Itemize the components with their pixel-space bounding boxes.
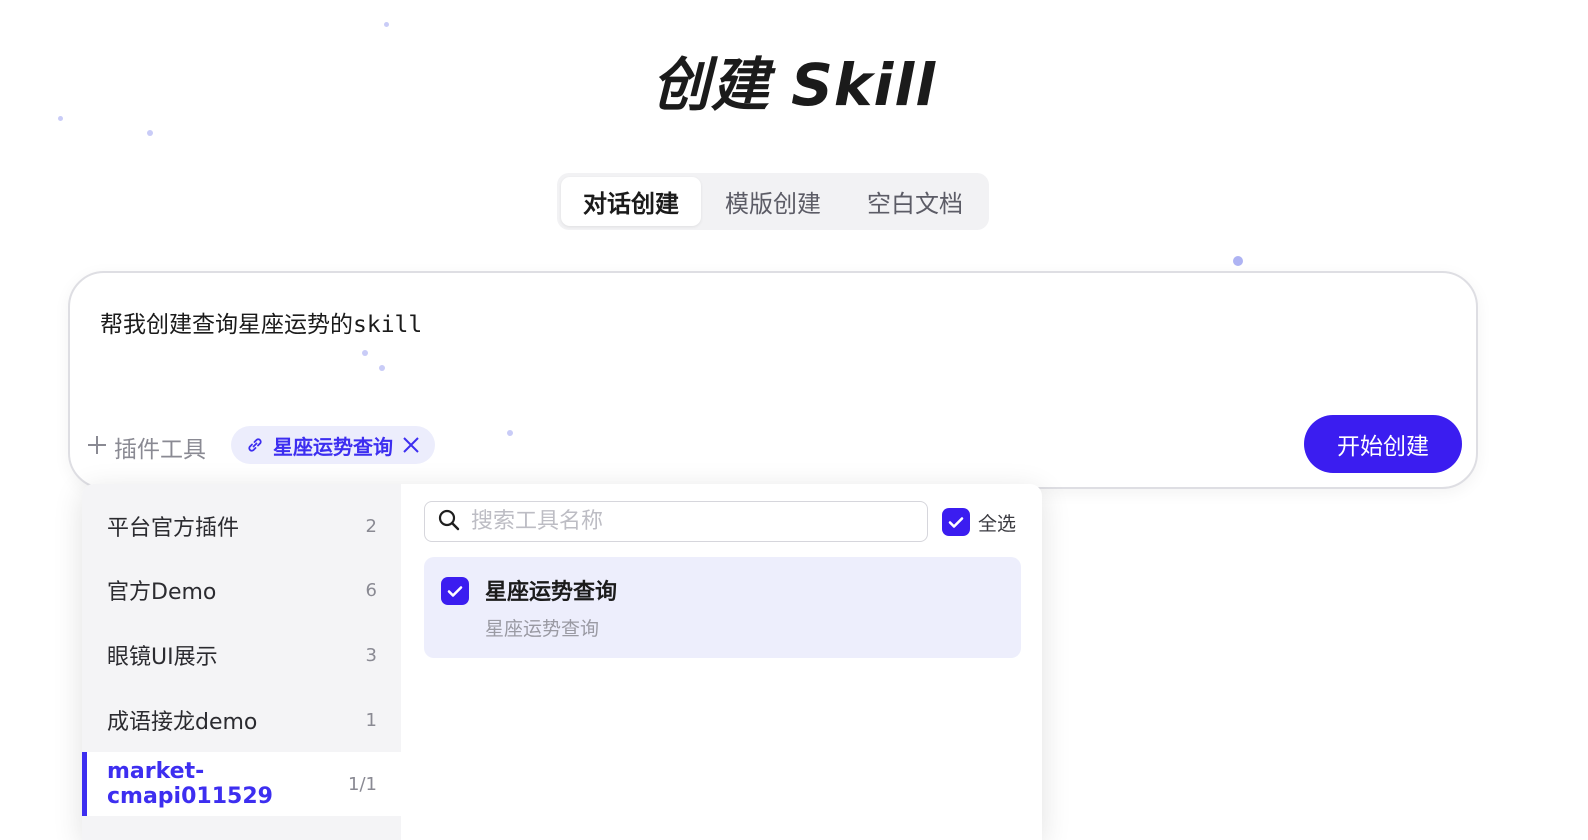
add-plugin-tools-button[interactable]: 插件工具 xyxy=(86,429,206,465)
select-all-label: 全选 xyxy=(978,512,1017,535)
plugin-category-list: 平台官方插件 2 官方Demo 6 眼镜UI展示 3 成语接龙demo 1 ma… xyxy=(82,484,401,840)
creation-mode-tabs: 对话创建 模版创建 空白文档 xyxy=(557,173,989,230)
category-name: 成语接龙demo xyxy=(107,710,258,735)
category-count: 2 xyxy=(365,515,377,537)
category-name: 平台官方插件 xyxy=(107,516,240,541)
category-item-glasses-ui[interactable]: 眼镜UI展示 3 xyxy=(82,623,401,687)
tool-description: 星座运势查询 xyxy=(485,618,600,640)
category-name: 官方Demo xyxy=(107,580,217,605)
tool-search-box xyxy=(424,501,928,542)
select-all-checkbox[interactable]: 全选 xyxy=(942,508,1016,536)
decor-dot xyxy=(362,350,368,356)
category-count: 1/1 xyxy=(348,773,377,795)
selected-tool-chip-label: 星座运势查询 xyxy=(273,434,393,459)
tool-search-input[interactable] xyxy=(469,508,913,535)
decor-dot xyxy=(384,22,389,27)
category-count: 6 xyxy=(365,579,377,601)
plugin-tools-label: 插件工具 xyxy=(114,437,206,463)
close-icon[interactable] xyxy=(401,435,421,455)
tab-blank-document[interactable]: 空白文档 xyxy=(845,177,985,226)
tool-list-item[interactable]: 星座运势查询 星座运势查询 xyxy=(424,557,1021,658)
start-create-button[interactable]: 开始创建 xyxy=(1304,415,1462,473)
tab-dialog-create[interactable]: 对话创建 xyxy=(561,177,701,226)
category-name: market-cmapi011529 xyxy=(107,759,273,809)
category-count: 1 xyxy=(365,709,377,731)
page-title: 创建 Skill xyxy=(651,51,937,119)
prompt-input[interactable]: 帮我创建查询星座运势的skill xyxy=(100,305,422,339)
category-item-market-cmapi[interactable]: market-cmapi011529 1/1 xyxy=(82,752,401,816)
category-name: 眼镜UI展示 xyxy=(107,645,218,670)
selected-tool-chip: 星座运势查询 xyxy=(231,426,435,464)
tab-template-create[interactable]: 模版创建 xyxy=(703,177,843,226)
checkmark-icon xyxy=(441,577,469,605)
plus-icon xyxy=(86,432,108,462)
category-item-platform-official[interactable]: 平台官方插件 2 xyxy=(82,494,401,558)
link-icon xyxy=(245,435,265,455)
decor-dot xyxy=(1233,256,1243,266)
category-item-idiom-demo[interactable]: 成语接龙demo 1 xyxy=(82,688,401,752)
category-item-official-demo[interactable]: 官方Demo 6 xyxy=(82,558,401,622)
decor-dot xyxy=(507,430,513,436)
checkmark-icon xyxy=(942,508,970,536)
decor-dot xyxy=(379,365,385,371)
search-icon xyxy=(437,508,461,536)
category-count: 3 xyxy=(365,644,377,666)
decor-dot xyxy=(147,130,153,136)
plugin-selector-dropdown: 平台官方插件 2 官方Demo 6 眼镜UI展示 3 成语接龙demo 1 ma… xyxy=(82,484,1042,840)
prompt-composer: 帮我创建查询星座运势的skill 插件工具 星座运势查询 开始创建 xyxy=(68,271,1478,489)
tool-name: 星座运势查询 xyxy=(485,580,618,605)
